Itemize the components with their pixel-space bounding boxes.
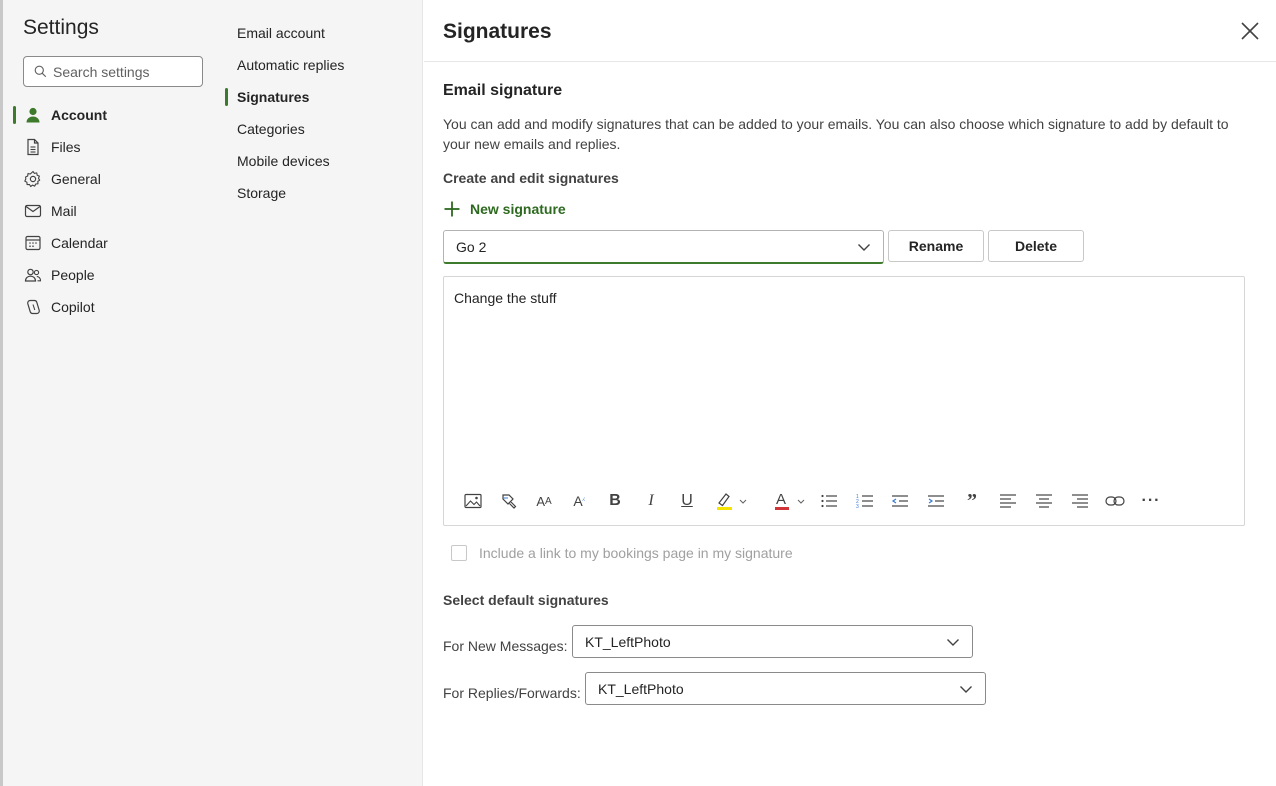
subnav-item-categories[interactable]: Categories <box>223 113 423 145</box>
people-icon <box>23 265 43 285</box>
nav-item-label: Account <box>51 107 107 123</box>
font-size-icon[interactable]: AA <box>533 487 555 515</box>
nav-item-label: Files <box>51 139 81 155</box>
nav-item-label: Calendar <box>51 235 108 251</box>
subnav-item-mobile-devices[interactable]: Mobile devices <box>223 145 423 177</box>
settings-title: Settings <box>23 16 99 39</box>
new-messages-value: KT_LeftPhoto <box>585 633 671 650</box>
mail-icon <box>23 201 43 221</box>
nav-item-label: General <box>51 171 101 187</box>
subnav-item-signatures[interactable]: Signatures <box>223 81 423 113</box>
search-icon <box>34 65 47 78</box>
chevron-down-icon <box>947 639 959 646</box>
chevron-down-icon <box>858 244 870 251</box>
replies-value: KT_LeftPhoto <box>598 680 684 697</box>
account-subnav: Email account Automatic replies Signatur… <box>223 0 423 786</box>
font-color-icon[interactable]: A <box>770 487 810 515</box>
subnav-item-automatic-replies[interactable]: Automatic replies <box>223 49 423 81</box>
nav-item-people[interactable]: People <box>3 259 223 291</box>
signature-editor[interactable]: Change the stuff AA A ⁁ B I U A 123 ” ··· <box>443 276 1245 526</box>
plus-icon <box>444 201 460 217</box>
signatures-panel: Signatures Email signature You can add a… <box>424 0 1276 786</box>
align-left-icon[interactable] <box>997 487 1019 515</box>
person-icon <box>23 105 43 125</box>
close-icon <box>1241 22 1259 40</box>
delete-button[interactable]: Delete <box>988 230 1084 262</box>
selected-signature: Go 2 <box>456 238 487 255</box>
numbered-list-icon[interactable]: 123 <box>854 487 876 515</box>
format-toolbar: AA A ⁁ B I U A 123 ” ··· <box>452 487 1232 515</box>
nav-item-files[interactable]: Files <box>3 131 223 163</box>
superscript-icon[interactable]: A ⁁ <box>568 487 590 515</box>
nav-item-copilot[interactable]: Copilot <box>3 291 223 323</box>
search-box[interactable] <box>23 56 203 87</box>
nav-item-label: People <box>51 267 95 283</box>
new-signature-label: New signature <box>470 201 566 217</box>
section-title: Email signature <box>443 82 563 99</box>
gear-icon <box>23 169 43 189</box>
new-messages-dropdown[interactable]: KT_LeftPhoto <box>572 625 973 658</box>
nav-item-general[interactable]: General <box>3 163 223 195</box>
bold-icon[interactable]: B <box>604 487 626 515</box>
settings-nav: Account Files General Mail Calendar Peop… <box>3 99 223 323</box>
nav-item-label: Copilot <box>51 299 95 315</box>
increase-indent-icon[interactable] <box>925 487 947 515</box>
copilot-icon <box>23 297 43 317</box>
nav-item-calendar[interactable]: Calendar <box>3 227 223 259</box>
svg-text:A: A <box>776 491 786 508</box>
italic-icon[interactable]: I <box>640 487 662 515</box>
quote-icon[interactable]: ” <box>961 487 983 515</box>
subnav-item-storage[interactable]: Storage <box>223 177 423 209</box>
settings-sidebar: Settings Account Files General Mail Cale… <box>0 0 223 786</box>
replies-label: For Replies/Forwards: <box>443 685 581 701</box>
more-icon[interactable]: ··· <box>1140 487 1162 515</box>
svg-text:3: 3 <box>856 504 859 509</box>
rename-button[interactable]: Rename <box>888 230 984 262</box>
replies-dropdown[interactable]: KT_LeftPhoto <box>585 672 986 705</box>
document-icon <box>23 137 43 157</box>
bullet-list-icon[interactable] <box>818 487 840 515</box>
create-edit-heading: Create and edit signatures <box>443 170 619 186</box>
search-input[interactable] <box>53 63 193 80</box>
decrease-indent-icon[interactable] <box>889 487 911 515</box>
nav-item-mail[interactable]: Mail <box>3 195 223 227</box>
close-button[interactable] <box>1238 19 1262 43</box>
signature-description: You can add and modify signatures that c… <box>443 116 1229 152</box>
align-right-icon[interactable] <box>1069 487 1091 515</box>
new-signature-button[interactable]: New signature <box>443 199 566 219</box>
panel-header: Signatures <box>424 0 1276 62</box>
link-icon[interactable] <box>1104 487 1126 515</box>
format-painter-icon[interactable] <box>498 487 520 515</box>
page-title: Signatures <box>443 20 552 43</box>
default-signatures-heading: Select default signatures <box>443 592 609 608</box>
subnav-item-email-account[interactable]: Email account <box>223 17 423 49</box>
image-icon[interactable] <box>462 487 484 515</box>
bookings-option: Include a link to my bookings page in my… <box>451 545 793 561</box>
nav-item-account[interactable]: Account <box>3 99 223 131</box>
editor-content[interactable]: Change the stuff <box>454 290 556 306</box>
align-center-icon[interactable] <box>1033 487 1055 515</box>
bookings-label: Include a link to my bookings page in my… <box>479 545 793 561</box>
calendar-icon <box>23 233 43 253</box>
nav-item-label: Mail <box>51 203 77 219</box>
bookings-checkbox[interactable] <box>451 545 467 561</box>
underline-icon[interactable]: U <box>676 487 698 515</box>
signature-dropdown[interactable]: Go 2 <box>443 230 884 264</box>
chevron-down-icon <box>960 686 972 693</box>
highlight-icon[interactable] <box>712 487 752 515</box>
new-messages-label: For New Messages: <box>443 638 568 654</box>
